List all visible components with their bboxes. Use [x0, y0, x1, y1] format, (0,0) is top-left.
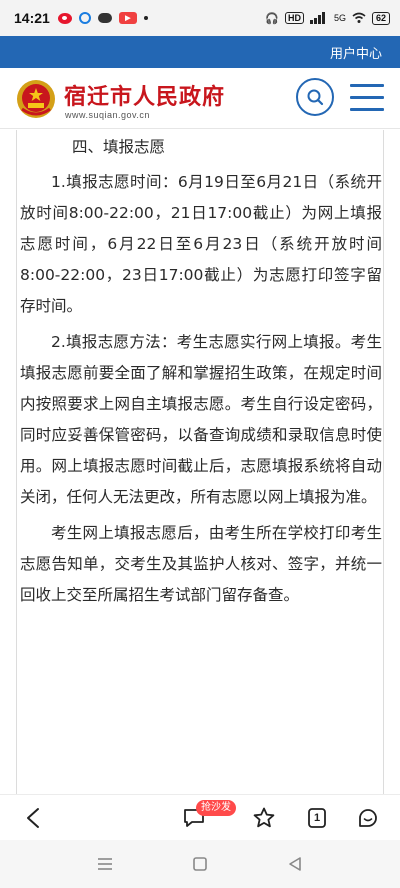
- site-header: 宿迁市人民政府 www.suqian.gov.cn: [0, 68, 400, 129]
- tabs-count: 1: [313, 812, 321, 824]
- weibo-icon: [57, 12, 72, 24]
- menu-icon: [350, 84, 384, 87]
- article-paragraph: 2.填报志愿方法：考生志愿实行网上填报。考生填报志愿前要全面了解和掌握招生政策，…: [20, 333, 382, 506]
- triangle-back-icon: [289, 857, 301, 871]
- comment-badge[interactable]: 抢沙发: [196, 800, 236, 816]
- menu-button[interactable]: [350, 84, 384, 112]
- search-icon: [307, 89, 324, 106]
- hd-icon: HD: [284, 12, 304, 24]
- emblem-icon: [17, 80, 55, 118]
- recent-apps-icon: [98, 858, 112, 870]
- home-icon: [193, 857, 207, 871]
- back-arrow-icon: [27, 808, 39, 828]
- status-time: 14:21: [14, 10, 50, 26]
- more-button[interactable]: [353, 803, 383, 833]
- user-center-link[interactable]: 用户中心: [330, 43, 382, 62]
- status-bar: 14:21 ▶ 🎧 HD 5G 62: [0, 0, 400, 36]
- signal-icon: [309, 12, 325, 24]
- site-url: www.suqian.gov.cn: [65, 110, 150, 120]
- content-border-right: [383, 130, 384, 794]
- system-back-button[interactable]: [283, 854, 307, 874]
- more-face-icon: [359, 809, 377, 827]
- system-icons: 🎧 HD 5G 62: [265, 11, 390, 25]
- section-heading: 四、填报志愿: [72, 138, 166, 156]
- wifi-icon: [352, 12, 366, 23]
- menu-icon-bar: [350, 96, 384, 99]
- notification-icons: ▶: [57, 12, 148, 24]
- back-button[interactable]: [18, 803, 48, 833]
- app-red-icon: ▶: [118, 12, 137, 24]
- star-icon: [253, 807, 275, 828]
- content-border-left: [16, 130, 17, 794]
- tabs-button[interactable]: 1: [302, 803, 332, 833]
- battery-icon: 62: [371, 11, 390, 25]
- favorite-button[interactable]: [249, 803, 279, 833]
- article-paragraph: 1.填报志愿时间：6月19日至6月21日（系统开放时间8:00-22:00，21…: [20, 173, 382, 315]
- site-name[interactable]: 宿迁市人民政府: [64, 79, 225, 111]
- home-button[interactable]: [188, 854, 212, 874]
- system-nav-bar: [0, 840, 400, 888]
- menu-icon-bar: [350, 108, 384, 111]
- headset-icon: 🎧: [265, 12, 279, 25]
- top-strip: 用户中心: [0, 36, 400, 68]
- network-type-label: 5G: [333, 13, 346, 23]
- app-flower-icon: [78, 12, 91, 24]
- article-content: 四、填报志愿 1.填报志愿时间：6月19日至6月21日（系统开放时间8:00-2…: [20, 130, 382, 794]
- article-paragraph: 考生网上填报志愿后，由考生所在学校打印考生志愿告知单，交考生及其监护人核对、签字…: [20, 524, 382, 604]
- search-button[interactable]: [296, 78, 334, 116]
- more-notifications-dot: [143, 16, 148, 20]
- wechat-icon: [97, 13, 112, 23]
- recent-apps-button[interactable]: [93, 854, 117, 874]
